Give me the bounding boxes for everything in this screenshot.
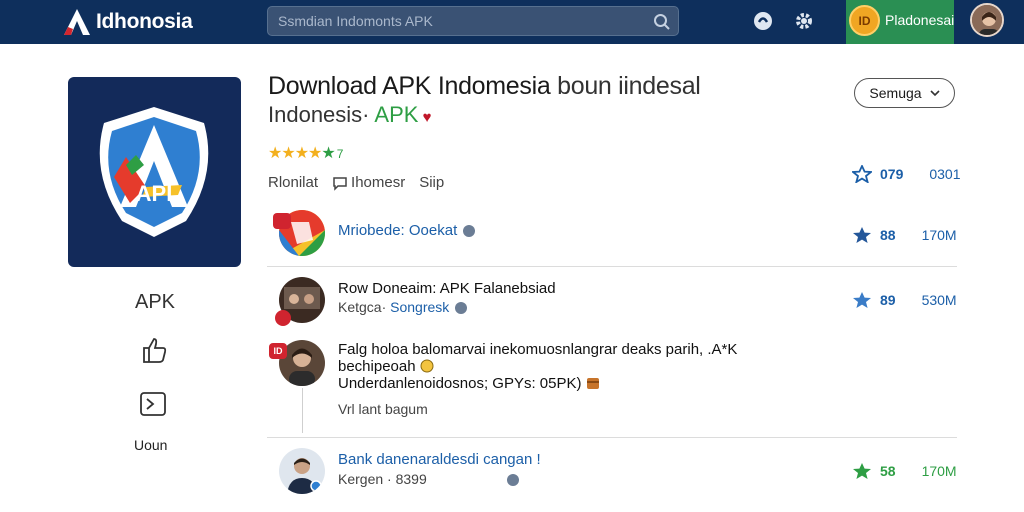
box-emoji-icon xyxy=(586,378,599,389)
notification-badge: ID xyxy=(269,343,287,359)
side-bottom-label[interactable]: Uoun xyxy=(134,437,167,453)
filter-dropdown-button[interactable]: Semuga xyxy=(854,78,955,108)
post-text-line-3-text: Underdanlenoidosnos; GPYs: 05PK) xyxy=(338,375,582,392)
stat-count: 88 xyxy=(880,227,896,243)
stat-count: 58 xyxy=(880,463,896,479)
emoji-icon xyxy=(420,359,434,373)
star-outline-icon[interactable] xyxy=(852,165,872,183)
feed-item-subtitle: Ketgca· Songresk xyxy=(338,299,468,315)
person-suit-avatar-icon xyxy=(279,448,325,494)
stat-count: 89 xyxy=(880,292,896,308)
terminal-icon[interactable] xyxy=(139,390,167,418)
divider xyxy=(267,266,957,267)
page-subtitle: Indonesis· APK ♥ xyxy=(268,102,432,128)
notification-badge xyxy=(275,310,291,326)
settings-gear-icon[interactable] xyxy=(793,10,815,32)
comment-icon xyxy=(333,176,347,191)
feed-item-title[interactable]: Mriobede: Ooekat xyxy=(338,222,476,239)
user-avatar-photo-icon xyxy=(972,5,1002,35)
post-text-line-3: Underdanlenoidosnos; GPYs: 05PK) xyxy=(338,375,600,392)
feed-item-subtitle-text: Kergen · 8399 xyxy=(338,471,427,487)
top-navigation-bar: Idhonosia ID Pladonesai xyxy=(0,0,1024,44)
meta-row: Rlonilat Ihomesr Siip xyxy=(268,174,458,191)
globe-icon xyxy=(506,474,519,487)
post-text-line-2: bechipeoah xyxy=(338,358,434,375)
stat-row-3: 89 530M xyxy=(852,291,957,309)
stat-size: 0301 xyxy=(929,166,961,182)
feed-item-subtitle-link[interactable]: Songresk xyxy=(386,299,449,315)
star-filled-icon[interactable] xyxy=(852,226,872,244)
rating-star-icons: ★★★★ xyxy=(268,145,322,162)
meta-item-2[interactable]: Ihomesr xyxy=(351,174,405,191)
feed-item-title-text: Mriobede: Ooekat xyxy=(338,222,458,239)
post-text-line-1: Falg holoa balomarvai inekomuosnlangrar … xyxy=(338,341,738,358)
star-filled-icon[interactable] xyxy=(852,462,872,480)
coin-badge-icon: ID xyxy=(849,5,880,36)
post-footer-text[interactable]: Vrl lant bagum xyxy=(338,401,428,417)
user-avatar[interactable] xyxy=(970,3,1004,37)
page-title: Download APK Indomesia boun iindesal xyxy=(268,72,701,101)
chevron-down-icon xyxy=(930,90,940,97)
profile-name[interactable]: Pladonesai xyxy=(885,12,954,28)
stat-size: 530M xyxy=(921,292,957,308)
search-icon[interactable] xyxy=(653,13,671,31)
thumbs-up-icon[interactable] xyxy=(140,336,168,364)
meta-item-1[interactable]: Rlonilat xyxy=(268,174,318,191)
rating-value: 7 xyxy=(336,147,344,161)
app-type-label: APK xyxy=(135,291,176,313)
rating-stars: ★★★★★ 7 xyxy=(268,143,343,163)
divider xyxy=(267,437,957,438)
notifications-icon[interactable] xyxy=(752,10,774,32)
feed-item-title[interactable]: Bank danenaraldesdi cangan ! xyxy=(338,451,541,468)
heart-icon[interactable]: ♥ xyxy=(418,109,432,126)
stat-row-4: 58 170M xyxy=(852,462,957,480)
brand-a-logo-icon xyxy=(64,9,90,35)
stat-row-1: 079 0301 xyxy=(852,165,961,183)
avatar[interactable] xyxy=(279,448,325,494)
stat-row-2: 88 170M xyxy=(852,226,957,244)
notification-badge xyxy=(273,213,291,229)
meta-item-3[interactable]: Siip xyxy=(419,174,444,191)
stat-size: 170M xyxy=(921,463,957,479)
search-input[interactable] xyxy=(278,7,648,35)
subtitle-apk: APK xyxy=(369,102,419,127)
brand-name: Idhonosia xyxy=(96,10,193,33)
feed-item-subtitle: Kergen · 8399 xyxy=(338,471,519,487)
star-filled-icon[interactable] xyxy=(852,291,872,309)
rating-green-star-icon: ★ xyxy=(321,145,335,162)
app-icon-text: API xyxy=(136,181,173,206)
page-title-secondary: boun iindesal xyxy=(550,72,701,100)
globe-icon xyxy=(455,302,468,315)
filter-dropdown-label: Semuga xyxy=(869,85,922,101)
brand-logo[interactable]: Idhonosia xyxy=(62,6,193,38)
post-text-line-2-text: bechipeoah xyxy=(338,358,416,375)
feed-item-subtitle-prefix: Ketgca· xyxy=(338,299,387,315)
page-title-main: Download APK Indomesia xyxy=(268,72,551,100)
subtitle-text: Indonesis· xyxy=(268,102,370,127)
app-icon-tile: API xyxy=(68,77,241,267)
search-bar[interactable] xyxy=(267,6,679,36)
apk-shield-logo-icon: API xyxy=(99,107,209,237)
globe-icon xyxy=(463,225,476,238)
feed-item-title[interactable]: Row Doneaim: APK Falanebsiad xyxy=(338,280,556,297)
stat-size: 170M xyxy=(921,227,957,243)
thread-connector-line xyxy=(302,388,303,433)
stat-count: 079 xyxy=(880,166,904,182)
